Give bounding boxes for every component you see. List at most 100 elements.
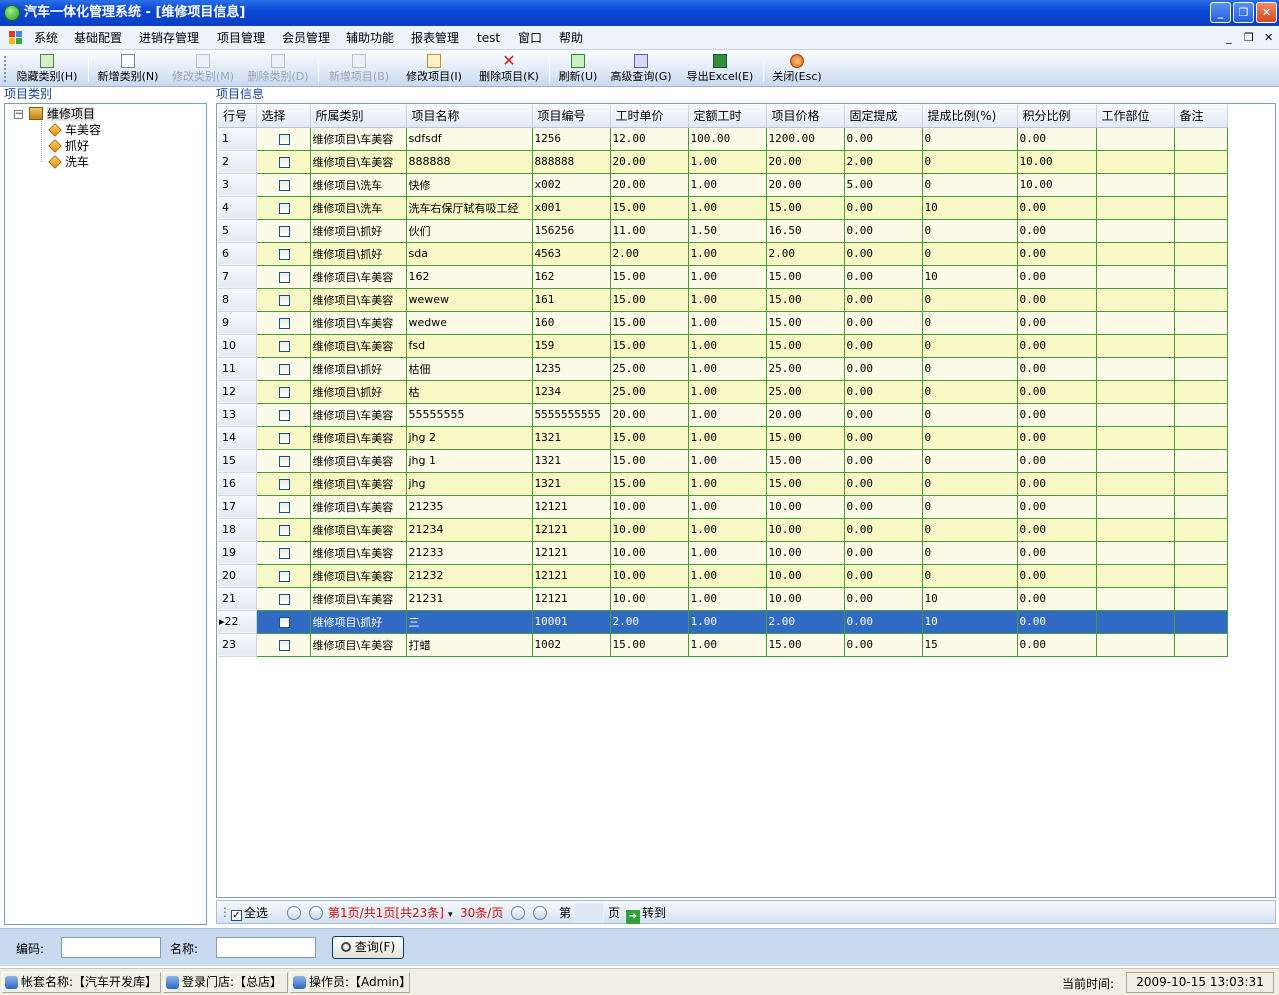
cell-10[interactable]: 0.00 bbox=[1017, 449, 1097, 473]
cell-6[interactable]: 1.00 bbox=[688, 265, 767, 289]
cell-8[interactable]: 0.00 bbox=[844, 403, 923, 427]
mdi-close-icon[interactable]: ✕ bbox=[1264, 30, 1273, 46]
next-page-icon[interactable] bbox=[511, 906, 525, 920]
cell-5[interactable]: 20.00 bbox=[610, 403, 689, 427]
cell-10[interactable]: 0.00 bbox=[1017, 633, 1097, 657]
cell-3[interactable]: wedwe bbox=[406, 311, 533, 335]
menu-basic-config[interactable]: 基础配置 bbox=[74, 30, 122, 46]
cell-12[interactable] bbox=[1174, 334, 1228, 358]
tree-node-root[interactable]: 维修项目 bbox=[29, 106, 96, 122]
cell-9[interactable]: 0 bbox=[922, 564, 1018, 588]
cell-4[interactable]: 1256 bbox=[532, 127, 611, 151]
cell-10[interactable]: 0.00 bbox=[1017, 426, 1097, 450]
cell-4[interactable]: 1321 bbox=[532, 426, 611, 450]
table-row[interactable]: 9 维修项目\车美容 wedwe 160 15.00 1.00 15.00 0.00 0 0.00 bbox=[218, 311, 1228, 335]
cell-7[interactable]: 15.00 bbox=[766, 196, 845, 220]
cell-8[interactable]: 5.00 bbox=[844, 173, 923, 197]
table-row[interactable]: 16 维修项目\车美容 jhg 1321 15.00 1.00 15.00 0.00 0 0.00 bbox=[218, 472, 1228, 496]
row-select-checkbox[interactable] bbox=[256, 472, 311, 496]
cell-6[interactable]: 1.00 bbox=[688, 334, 767, 358]
cell-4[interactable]: 12121 bbox=[532, 495, 611, 519]
cell-3[interactable]: 枯 bbox=[406, 380, 533, 404]
cell-8[interactable]: 0.00 bbox=[844, 633, 923, 657]
cell-9[interactable]: 0 bbox=[922, 242, 1018, 266]
cell-2[interactable]: 维修项目\抓好 bbox=[310, 219, 407, 243]
checkbox[interactable] bbox=[278, 593, 290, 605]
checkbox[interactable] bbox=[278, 570, 290, 582]
cell-12[interactable] bbox=[1174, 403, 1228, 427]
cell-11[interactable] bbox=[1096, 173, 1175, 197]
cell-3[interactable]: 伙们 bbox=[406, 219, 533, 243]
cell-4[interactable]: 162 bbox=[532, 265, 611, 289]
cell-6[interactable]: 1.00 bbox=[688, 403, 767, 427]
cell-10[interactable]: 0.00 bbox=[1017, 265, 1097, 289]
cell-5[interactable]: 2.00 bbox=[610, 242, 689, 266]
table-row[interactable]: 10 维修项目\车美容 fsd 159 15.00 1.00 15.00 0.00 0 0.00 bbox=[218, 334, 1228, 358]
cell-3[interactable]: 21235 bbox=[406, 495, 533, 519]
cell-8[interactable]: 0.00 bbox=[844, 219, 923, 243]
checkbox[interactable] bbox=[278, 248, 290, 260]
cell-5[interactable]: 11.00 bbox=[610, 219, 689, 243]
prev-page-icon[interactable] bbox=[309, 906, 323, 920]
cell-2[interactable]: 维修项目\车美容 bbox=[310, 150, 407, 174]
table-row[interactable]: 13 维修项目\车美容 55555555 5555555555 20.00 1.00 20.… bbox=[218, 403, 1228, 427]
cell-11[interactable] bbox=[1096, 449, 1175, 473]
row-select-checkbox[interactable] bbox=[256, 495, 311, 519]
menu-system[interactable]: 系统 bbox=[34, 30, 58, 46]
checkbox[interactable] bbox=[278, 363, 290, 375]
row-select-checkbox[interactable] bbox=[256, 564, 311, 588]
cell-6[interactable]: 1.00 bbox=[688, 288, 767, 312]
cell-2[interactable]: 维修项目\车美容 bbox=[310, 587, 407, 611]
cell-5[interactable]: 10.00 bbox=[610, 518, 689, 542]
row-select-checkbox[interactable] bbox=[256, 449, 311, 473]
cell-12[interactable] bbox=[1174, 495, 1228, 519]
cell-6[interactable]: 1.50 bbox=[688, 219, 767, 243]
cell-2[interactable]: 维修项目\车美容 bbox=[310, 403, 407, 427]
cell-4[interactable]: 5555555555 bbox=[532, 403, 611, 427]
first-page-icon[interactable] bbox=[287, 906, 301, 920]
cell-5[interactable]: 20.00 bbox=[610, 173, 689, 197]
cell-7[interactable]: 15.00 bbox=[766, 633, 845, 657]
cell-8[interactable]: 0.00 bbox=[844, 610, 923, 634]
advanced-query-button[interactable]: 高级查询(G) bbox=[606, 52, 676, 85]
row-select-checkbox[interactable] bbox=[256, 403, 311, 427]
cell-11[interactable] bbox=[1096, 334, 1175, 358]
cell-9[interactable]: 0 bbox=[922, 173, 1018, 197]
cell-4[interactable]: x001 bbox=[532, 196, 611, 220]
cell-2[interactable]: 维修项目\洗车 bbox=[310, 173, 407, 197]
cell-4[interactable]: 1321 bbox=[532, 472, 611, 496]
row-select-checkbox[interactable] bbox=[256, 541, 311, 565]
cell-11[interactable] bbox=[1096, 150, 1175, 174]
cell-5[interactable]: 15.00 bbox=[610, 472, 689, 496]
cell-7[interactable]: 1200.00 bbox=[766, 127, 845, 151]
table-row[interactable]: 4 维修项目\洗车 洗车右保厅轼有吸工经 x001 15.00 1.00 15.00 0.00… bbox=[218, 196, 1228, 220]
cell-5[interactable]: 10.00 bbox=[610, 564, 689, 588]
row-select-checkbox[interactable] bbox=[256, 380, 311, 404]
cell-8[interactable]: 0.00 bbox=[844, 541, 923, 565]
cell-9[interactable]: 0 bbox=[922, 449, 1018, 473]
cell-6[interactable]: 1.00 bbox=[688, 242, 767, 266]
cell-8[interactable]: 0.00 bbox=[844, 472, 923, 496]
row-select-checkbox[interactable] bbox=[256, 518, 311, 542]
cell-10[interactable]: 0.00 bbox=[1017, 242, 1097, 266]
cell-4[interactable]: 12121 bbox=[532, 564, 611, 588]
cell-12[interactable] bbox=[1174, 633, 1228, 657]
checkbox[interactable] bbox=[278, 639, 290, 651]
cell-7[interactable]: 15.00 bbox=[766, 334, 845, 358]
row-select-checkbox[interactable] bbox=[256, 242, 311, 266]
cell-4[interactable]: 12121 bbox=[532, 587, 611, 611]
cell-5[interactable]: 15.00 bbox=[610, 311, 689, 335]
cell-2[interactable]: 维修项目\车美容 bbox=[310, 633, 407, 657]
cell-7[interactable]: 10.00 bbox=[766, 587, 845, 611]
cell-5[interactable]: 20.00 bbox=[610, 150, 689, 174]
delete-category-button[interactable]: 删除类别(D) bbox=[243, 52, 313, 85]
cell-6[interactable]: 1.00 bbox=[688, 196, 767, 220]
cell-12[interactable] bbox=[1174, 150, 1228, 174]
cell-9[interactable]: 0 bbox=[922, 518, 1018, 542]
cell-3[interactable]: 55555555 bbox=[406, 403, 533, 427]
cell-5[interactable]: 15.00 bbox=[610, 633, 689, 657]
cell-2[interactable]: 维修项目\车美容 bbox=[310, 288, 407, 312]
checkbox[interactable] bbox=[278, 547, 290, 559]
cell-3[interactable]: sda bbox=[406, 242, 533, 266]
row-select-checkbox[interactable] bbox=[256, 288, 311, 312]
